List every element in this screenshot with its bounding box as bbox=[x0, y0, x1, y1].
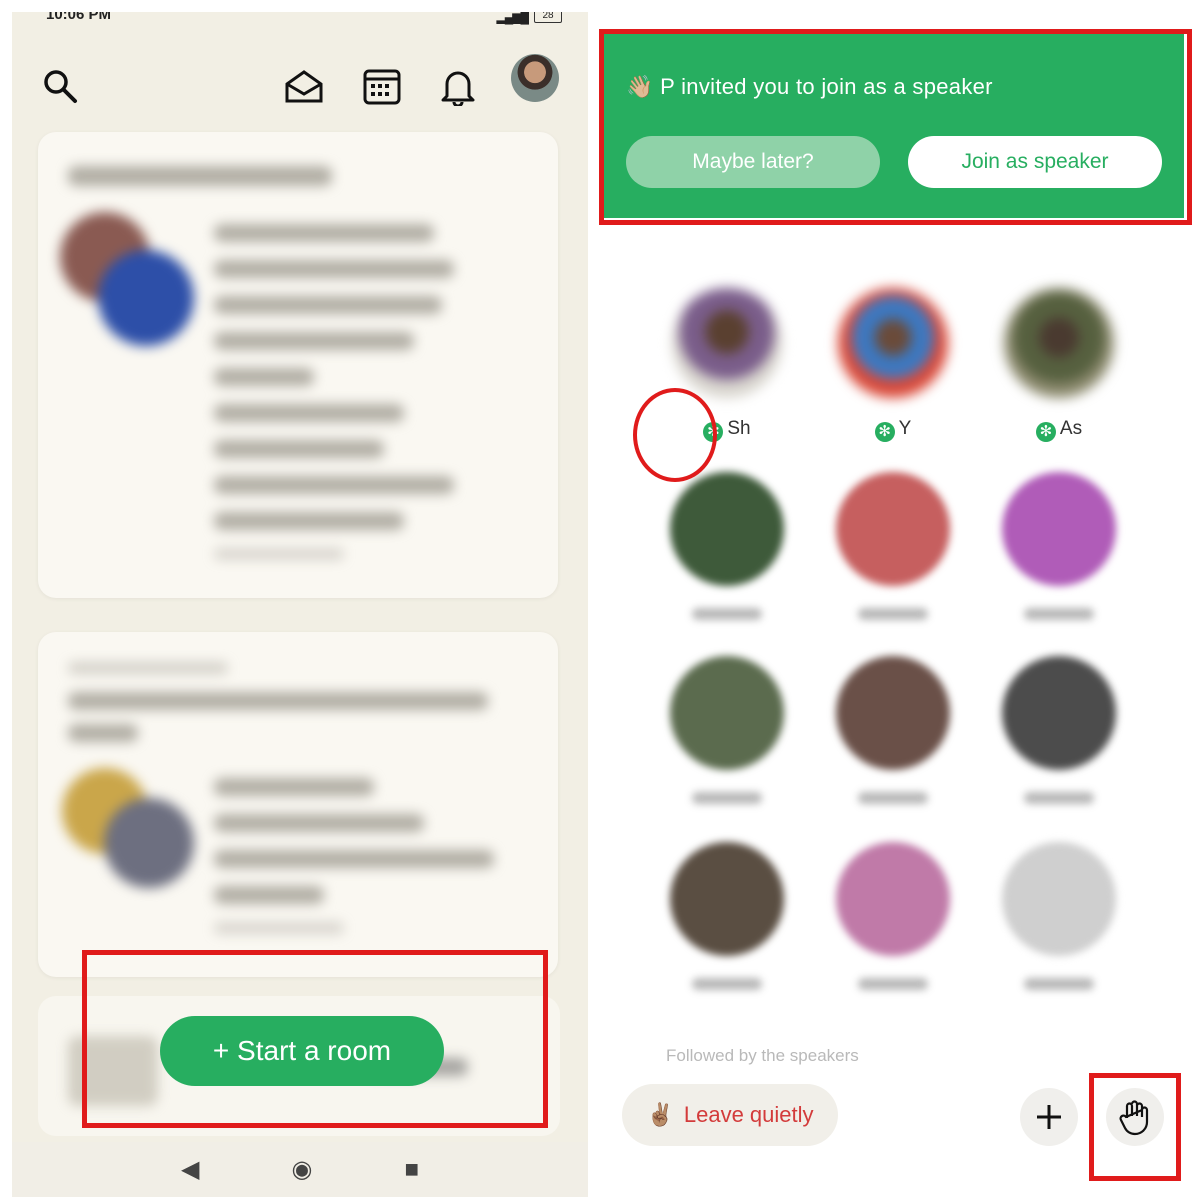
calendar-icon[interactable] bbox=[360, 64, 404, 108]
bell-icon[interactable] bbox=[436, 64, 480, 108]
listener-avatar bbox=[836, 656, 950, 770]
listener-tile[interactable] bbox=[662, 656, 792, 816]
followed-by-speakers-heading: Followed by the speakers bbox=[666, 1046, 859, 1065]
battery-indicator: 28 bbox=[534, 12, 562, 23]
listener-name bbox=[858, 978, 928, 990]
status-bar: 10:06 PM ▂▄▆█ 28 bbox=[12, 12, 588, 30]
listener-tile[interactable] bbox=[662, 842, 792, 1002]
raise-hand-highlight bbox=[1089, 1073, 1181, 1181]
listener-name bbox=[1024, 792, 1094, 804]
listener-name bbox=[692, 792, 762, 804]
listener-tile[interactable] bbox=[662, 472, 792, 632]
listener-tile[interactable] bbox=[994, 842, 1124, 1002]
speaker-name: Y bbox=[898, 418, 912, 439]
moderator-icon: ✻ bbox=[1035, 422, 1056, 442]
recents-icon[interactable]: ■ bbox=[404, 1156, 419, 1184]
listener-name bbox=[858, 792, 928, 804]
back-icon[interactable]: ◀ bbox=[181, 1155, 199, 1184]
search-icon[interactable] bbox=[38, 64, 82, 108]
listener-avatar bbox=[670, 656, 784, 770]
listener-name bbox=[692, 608, 762, 620]
speaker-name-row: ✻ Y bbox=[828, 418, 958, 442]
speaker-avatar bbox=[838, 288, 948, 398]
speaker-name: Sh bbox=[727, 418, 751, 439]
status-time: 10:06 PM bbox=[46, 12, 112, 23]
peace-hand-icon: ✌🏽 bbox=[646, 1102, 674, 1127]
listener-avatar bbox=[836, 842, 950, 956]
signal-icon: ▂▄▆█ bbox=[496, 12, 529, 24]
listener-avatar bbox=[1002, 842, 1116, 956]
invite-banner-highlight bbox=[599, 29, 1192, 225]
listener-tile[interactable] bbox=[994, 656, 1124, 816]
speaker-tile[interactable]: ✻ As bbox=[994, 288, 1124, 442]
room-card[interactable] bbox=[38, 632, 558, 977]
listener-tile[interactable] bbox=[828, 656, 958, 816]
leave-quietly-label: Leave quietly bbox=[683, 1102, 814, 1127]
speaker-tile[interactable]: ✻ Y bbox=[828, 288, 958, 442]
listener-avatar bbox=[670, 472, 784, 586]
listener-tile[interactable] bbox=[994, 472, 1124, 632]
status-bar bbox=[598, 12, 1188, 30]
listener-tile[interactable] bbox=[828, 472, 958, 632]
plus-icon bbox=[1037, 1105, 1061, 1129]
android-nav-bar: ◀ ◉ ■ bbox=[12, 1142, 588, 1197]
add-button[interactable] bbox=[1020, 1088, 1078, 1146]
listener-avatar bbox=[1002, 656, 1116, 770]
profile-avatar[interactable] bbox=[511, 54, 559, 102]
speaker-name-row: ✻ As bbox=[994, 418, 1124, 442]
listener-avatar bbox=[836, 472, 950, 586]
listener-name bbox=[858, 608, 928, 620]
home-icon[interactable]: ◉ bbox=[292, 1155, 313, 1184]
leave-quietly-button[interactable]: ✌🏽 Leave quietly bbox=[622, 1084, 838, 1146]
room-card[interactable] bbox=[38, 132, 558, 598]
speaker-avatar bbox=[1004, 288, 1114, 398]
moderator-badge-highlight bbox=[633, 388, 717, 482]
speaker-name: As bbox=[1059, 418, 1083, 439]
moderator-icon: ✻ bbox=[874, 422, 895, 442]
speaker-avatar bbox=[672, 288, 782, 398]
listener-tile[interactable] bbox=[828, 842, 958, 1002]
envelope-icon[interactable] bbox=[282, 64, 326, 108]
listener-avatar bbox=[670, 842, 784, 956]
listener-avatar bbox=[1002, 472, 1116, 586]
listener-name bbox=[1024, 608, 1094, 620]
start-room-highlight bbox=[82, 950, 548, 1128]
listener-name bbox=[692, 978, 762, 990]
listener-name bbox=[1024, 978, 1094, 990]
